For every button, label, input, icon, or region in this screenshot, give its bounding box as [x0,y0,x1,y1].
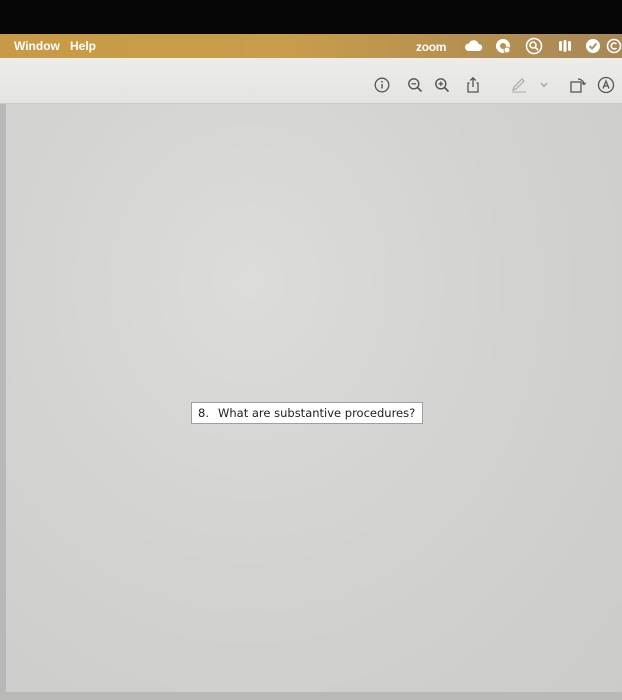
question-text: What are substantive procedures? [217,406,416,420]
checkmark-circle-icon[interactable] [584,37,602,55]
info-icon[interactable] [373,76,391,94]
markup-pen-icon[interactable] [510,76,528,94]
menu-help[interactable]: Help [70,39,96,53]
cloud-icon[interactable] [462,37,484,55]
paw-icon[interactable] [555,37,575,55]
gear-badge-icon[interactable] [493,37,513,55]
rotate-icon[interactable] [569,76,587,94]
sidebar-edge [0,104,6,700]
screen-bezel [0,0,622,34]
viewer-toolbar [0,58,622,104]
question-number: 8. [198,406,209,420]
menu-bar: Window Help zoom [0,34,622,58]
share-icon[interactable] [464,76,482,94]
menu-window[interactable]: Window [14,39,60,53]
question-text-box: 8. What are substantive procedures? [191,402,423,424]
zoom-out-icon[interactable] [406,76,424,94]
circle-icon[interactable] [606,37,622,55]
bottom-edge [0,692,622,700]
annotate-circle-icon[interactable] [597,76,615,94]
chevron-down-icon[interactable] [538,76,550,94]
zoom-in-icon[interactable] [433,76,451,94]
zoom-status-item[interactable]: zoom [416,40,446,54]
search-circle-icon[interactable] [524,37,544,55]
